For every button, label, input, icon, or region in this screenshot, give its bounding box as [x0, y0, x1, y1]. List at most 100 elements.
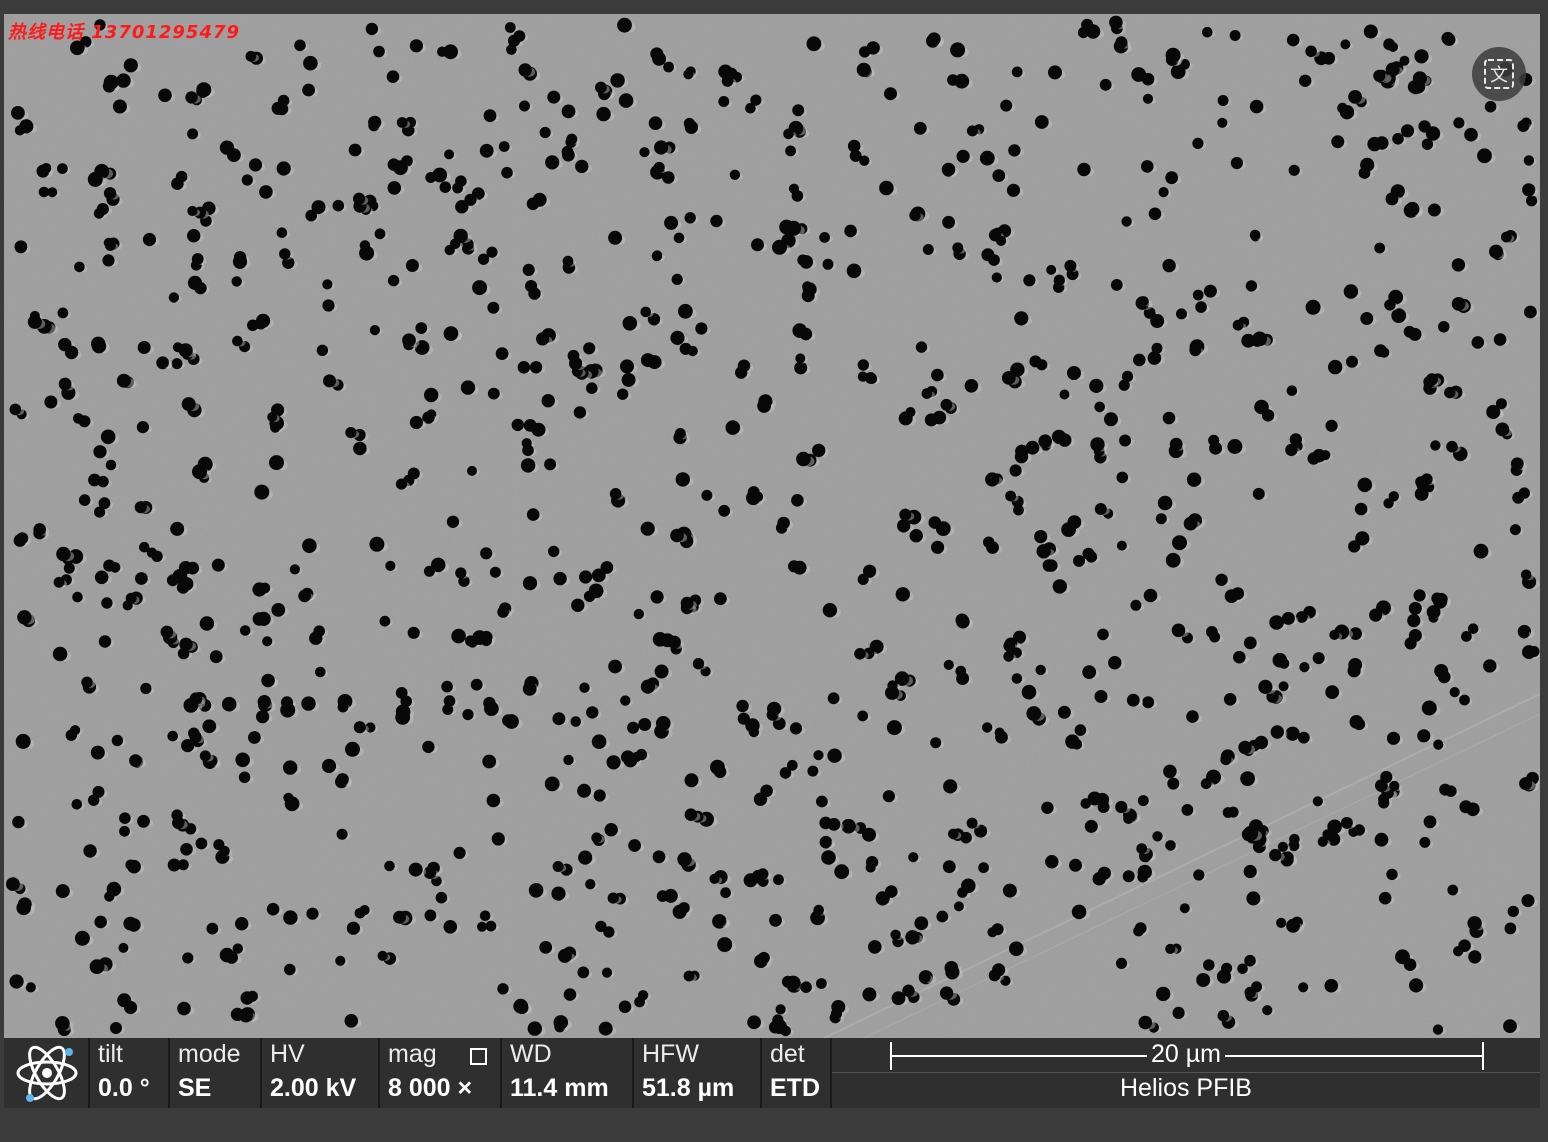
pore — [1517, 120, 1530, 132]
pore — [1045, 559, 1058, 572]
pore — [1451, 258, 1466, 272]
pore — [891, 991, 906, 1006]
pore — [1227, 439, 1243, 454]
pore — [365, 22, 379, 36]
pore — [553, 571, 567, 586]
pore — [1223, 693, 1237, 706]
pore — [1473, 543, 1489, 559]
pore — [55, 884, 70, 899]
pore — [1281, 611, 1295, 625]
pore — [129, 754, 142, 767]
pore — [1325, 419, 1338, 432]
pore — [179, 577, 194, 591]
pore — [202, 719, 217, 734]
pore — [785, 145, 796, 157]
pore — [654, 140, 669, 155]
pore — [1209, 441, 1223, 455]
pore — [480, 547, 493, 560]
translate-button[interactable]: 文 — [1472, 47, 1526, 101]
pore — [1312, 652, 1325, 665]
pore — [1464, 127, 1478, 142]
pore — [752, 491, 764, 503]
pore — [561, 104, 576, 119]
pore — [1384, 299, 1396, 311]
pore — [94, 506, 106, 518]
pore — [235, 917, 249, 931]
pore — [783, 128, 794, 140]
pore — [701, 489, 713, 501]
pore — [517, 361, 531, 374]
pore — [97, 475, 109, 488]
pore — [9, 974, 24, 989]
pore — [551, 886, 566, 901]
pore — [942, 215, 955, 229]
pore — [444, 326, 459, 341]
pore — [57, 163, 68, 175]
pore — [1115, 800, 1128, 814]
pore — [384, 860, 395, 872]
pore — [854, 648, 866, 660]
pore — [1285, 726, 1300, 741]
pore — [919, 972, 931, 984]
mode-label: mode — [178, 1040, 241, 1068]
pore — [1097, 801, 1110, 813]
pore — [1119, 434, 1132, 447]
pore — [639, 147, 650, 158]
pore — [16, 532, 29, 545]
pore — [127, 918, 141, 932]
pore — [628, 839, 641, 852]
hv-cell: HV 2.00 kV — [262, 1038, 380, 1108]
pore — [199, 616, 215, 631]
pore — [598, 1021, 613, 1036]
pore — [935, 521, 951, 536]
pore — [196, 82, 212, 98]
pore — [610, 73, 625, 88]
pore — [1202, 26, 1213, 38]
pore — [1432, 1024, 1444, 1035]
pore — [1142, 696, 1155, 709]
pore — [1423, 815, 1437, 829]
pore — [386, 70, 400, 83]
pore — [618, 1000, 632, 1014]
pore — [1116, 471, 1129, 484]
pore — [482, 754, 497, 769]
pore — [950, 42, 966, 58]
pore — [1322, 51, 1336, 65]
pore — [621, 372, 636, 387]
pore — [1413, 589, 1426, 602]
pore — [1230, 156, 1243, 170]
pore — [796, 451, 811, 467]
pore — [1074, 724, 1087, 736]
pore — [1133, 353, 1146, 367]
pore — [927, 32, 941, 46]
pore — [33, 523, 46, 536]
pore — [1468, 950, 1482, 964]
pore — [283, 760, 298, 775]
pore — [532, 192, 547, 207]
pore — [248, 158, 263, 172]
pore — [1097, 866, 1111, 880]
pore — [158, 88, 172, 103]
pore — [609, 488, 622, 500]
pore — [528, 883, 544, 898]
pore — [526, 508, 540, 521]
pore — [566, 133, 578, 145]
pore — [400, 695, 413, 708]
pore — [1193, 869, 1205, 881]
pore — [477, 253, 490, 265]
pore — [345, 427, 357, 439]
pore — [256, 611, 271, 627]
pore — [64, 345, 79, 360]
pore — [256, 313, 271, 328]
pore — [607, 892, 619, 904]
pore — [1021, 684, 1037, 700]
pore — [1442, 33, 1456, 46]
pore — [1503, 1019, 1517, 1033]
pore — [1216, 969, 1232, 984]
svg-text:文: 文 — [1490, 65, 1508, 86]
pore — [140, 682, 152, 695]
pore — [863, 564, 877, 578]
pore — [992, 963, 1006, 977]
pore — [1122, 870, 1135, 883]
pore — [219, 845, 230, 857]
